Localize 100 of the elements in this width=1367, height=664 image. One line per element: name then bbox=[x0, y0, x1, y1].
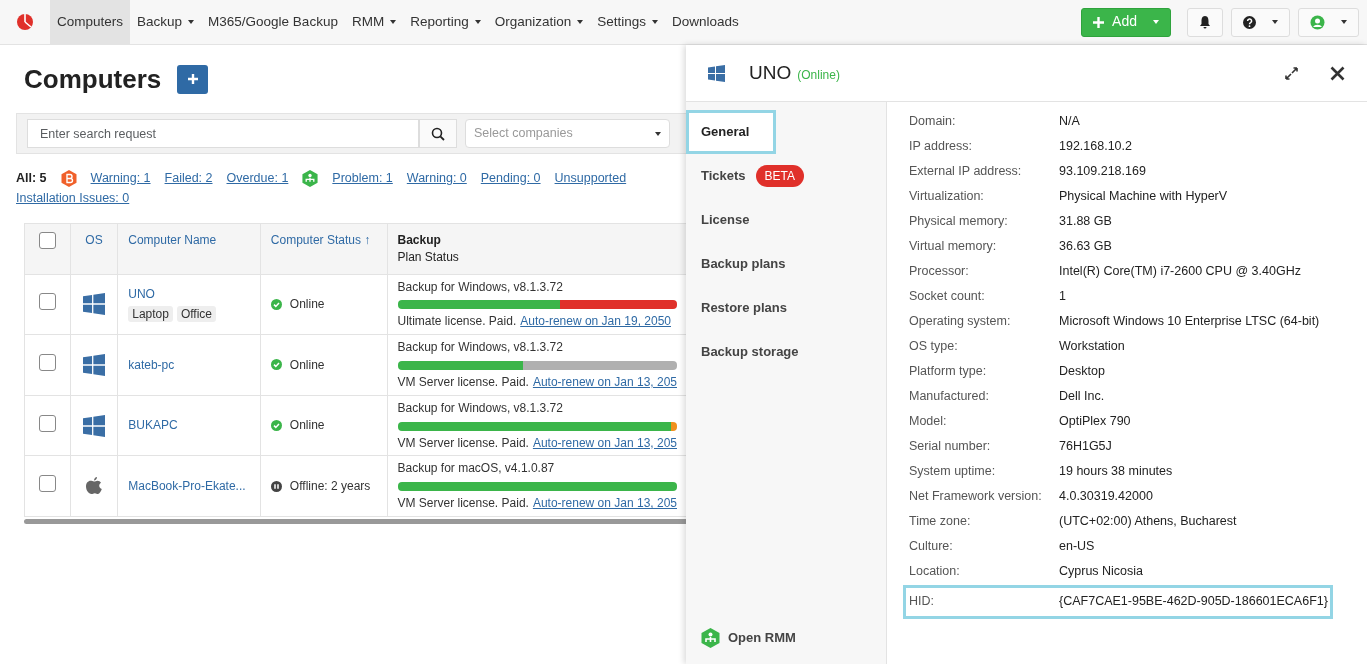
detail-label: Culture: bbox=[909, 538, 954, 555]
renew-link[interactable]: Auto-renew on Jan 19, 2050 bbox=[520, 313, 671, 331]
detail-value: Workstation bbox=[1059, 338, 1125, 355]
detail-value: 1 bbox=[1059, 288, 1066, 305]
backup-icon bbox=[60, 170, 77, 188]
status-text: Online bbox=[289, 356, 325, 374]
apple-icon bbox=[84, 475, 103, 497]
filter-link[interactable]: Installation Issues: 0 bbox=[16, 189, 130, 207]
backup-version: Backup for macOS, v4.1.0.87 bbox=[397, 460, 556, 478]
detail-value: OptiPlex 790 bbox=[1059, 413, 1131, 430]
expand-icon[interactable] bbox=[1285, 66, 1298, 80]
detail-label: Virtualization: bbox=[909, 188, 985, 205]
add-computer-button[interactable] bbox=[177, 64, 209, 94]
filter-total: All: 5 bbox=[16, 170, 47, 187]
panel-tab[interactable]: Backup storage bbox=[686, 330, 886, 374]
detail-value: Desktop bbox=[1059, 363, 1105, 380]
renew-link[interactable]: Auto-renew on Jan 13, 205 bbox=[532, 374, 677, 391]
detail-label: Physical memory: bbox=[909, 213, 1009, 230]
select-all-checkbox[interactable] bbox=[38, 232, 56, 249]
panel-tab[interactable]: Restore plans bbox=[686, 286, 886, 330]
detail-value: 31.88 GB bbox=[1059, 213, 1112, 230]
detail-label: HID: bbox=[909, 593, 935, 610]
row-checkbox[interactable] bbox=[38, 354, 56, 372]
column-subheader: Plan Status bbox=[397, 248, 460, 266]
user-menu-button[interactable] bbox=[1298, 7, 1359, 37]
user-icon bbox=[1310, 14, 1325, 30]
detail-value[interactable]: {CAF7CAE1-95BE-462D-905D-186601ECA6F1} bbox=[1059, 593, 1328, 611]
panel-tab[interactable]: Backup plans bbox=[686, 242, 886, 286]
nav-item[interactable]: Settings bbox=[590, 0, 666, 44]
detail-label: Serial number: bbox=[909, 438, 992, 455]
panel-tab[interactable]: General bbox=[686, 110, 776, 154]
detail-label: Domain: bbox=[909, 113, 957, 130]
detail-value: Physical Machine with HyperV bbox=[1059, 188, 1228, 205]
page-title: Computers bbox=[24, 62, 162, 96]
detail-label: Net Framework version: bbox=[909, 488, 1043, 505]
column-header[interactable]: OS bbox=[85, 233, 103, 247]
filter-link[interactable]: Unsupported bbox=[554, 170, 627, 188]
search-field[interactable]: Enter search request bbox=[27, 119, 419, 148]
help-icon bbox=[1243, 15, 1256, 29]
filter-link[interactable]: Warning: 0 bbox=[406, 170, 467, 188]
license-text: VM Server license. Paid. bbox=[397, 434, 529, 452]
nav-item[interactable]: RMM bbox=[344, 0, 404, 44]
windows-icon bbox=[82, 354, 105, 376]
detail-label: Model: bbox=[909, 413, 948, 430]
column-header[interactable]: Computer Name bbox=[128, 233, 217, 247]
nav-item[interactable]: Reporting bbox=[403, 0, 488, 44]
renew-link[interactable]: Auto-renew on Jan 13, 205 bbox=[532, 434, 677, 452]
filter-link[interactable]: Overdue: 1 bbox=[226, 170, 289, 188]
nav-item[interactable]: M365/Google Backup bbox=[201, 0, 345, 44]
notifications-button[interactable] bbox=[1187, 7, 1223, 37]
windows-icon bbox=[82, 293, 105, 316]
detail-value: Cyprus Nicosia bbox=[1059, 563, 1144, 580]
filter-link[interactable]: Warning: 1 bbox=[90, 170, 151, 188]
detail-label: Location: bbox=[909, 563, 961, 580]
detail-value: 19 hours 38 minutes bbox=[1059, 463, 1173, 480]
nav-item[interactable]: Backup bbox=[130, 0, 202, 44]
row-checkbox[interactable] bbox=[38, 293, 56, 311]
detail-label: Processor: bbox=[909, 263, 970, 280]
detail-label: System uptime: bbox=[909, 463, 997, 480]
close-icon[interactable] bbox=[1330, 65, 1345, 81]
detail-value: 93.109.218.169 bbox=[1059, 163, 1146, 180]
filter-link[interactable]: Pending: 0 bbox=[480, 170, 541, 188]
backup-version: Backup for Windows, v8.1.3.72 bbox=[397, 399, 564, 417]
detail-label: Virtual memory: bbox=[909, 238, 998, 255]
detail-label: OS type: bbox=[909, 338, 959, 355]
bell-icon bbox=[1199, 15, 1211, 29]
nav-item[interactable]: Computers bbox=[50, 0, 131, 44]
panel-tab[interactable]: Tickets BETA bbox=[686, 154, 886, 198]
backup-version: Backup for Windows, v8.1.3.72 bbox=[397, 339, 564, 356]
license-text: Ultimate license. Paid. bbox=[397, 313, 517, 331]
rmm-icon bbox=[302, 170, 319, 188]
nav-item[interactable]: Downloads bbox=[665, 0, 746, 44]
detail-label: Socket count: bbox=[909, 288, 986, 305]
detail-value: en-US bbox=[1059, 538, 1095, 555]
detail-label: External IP address: bbox=[909, 163, 1023, 180]
computer-name-link[interactable]: UNO bbox=[128, 285, 250, 303]
logo-icon bbox=[16, 13, 34, 31]
license-text: VM Server license. Paid. bbox=[397, 495, 529, 512]
rmm-icon bbox=[701, 628, 720, 648]
filter-link[interactable]: Failed: 2 bbox=[164, 170, 213, 188]
tag: Office bbox=[176, 306, 217, 323]
help-menu-button[interactable] bbox=[1231, 7, 1290, 37]
nav-item[interactable]: Organization bbox=[487, 0, 591, 44]
detail-value: (UTC+02:00) Athens, Bucharest bbox=[1059, 513, 1237, 530]
column-header: Backup bbox=[397, 232, 442, 249]
plus-icon bbox=[186, 73, 199, 85]
search-icon bbox=[431, 126, 445, 141]
filter-link[interactable]: Problem: 1 bbox=[332, 170, 393, 188]
row-checkbox[interactable] bbox=[38, 475, 56, 493]
scrollbar[interactable] bbox=[24, 518, 686, 524]
search-button[interactable] bbox=[419, 119, 457, 148]
license-text: VM Server license. Paid. bbox=[397, 374, 529, 391]
row-checkbox[interactable] bbox=[38, 414, 56, 432]
detail-value: 192.168.10.2 bbox=[1059, 138, 1132, 155]
renew-link[interactable]: Auto-renew on Jan 13, 205 bbox=[532, 495, 677, 512]
status-text: Offline: 2 years bbox=[289, 477, 371, 495]
detail-label: Time zone: bbox=[909, 513, 972, 530]
panel-tab[interactable]: License bbox=[686, 198, 886, 242]
detail-value: 4.0.30319.42000 bbox=[1059, 488, 1153, 505]
open-rmm-button[interactable]: Open RMM bbox=[686, 616, 886, 660]
